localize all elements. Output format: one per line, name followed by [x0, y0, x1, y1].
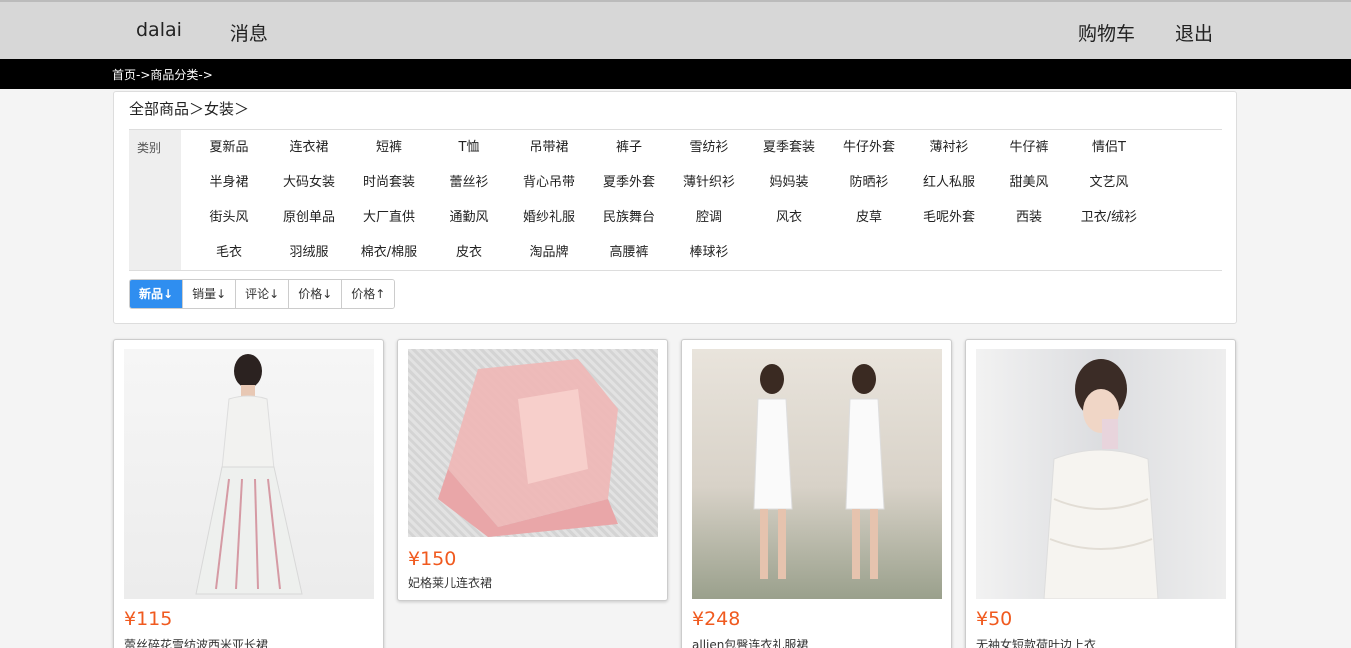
- messages-link[interactable]: 消息: [230, 19, 268, 46]
- category-item[interactable]: 通勤风: [429, 200, 509, 235]
- category-item[interactable]: 街头风: [189, 200, 269, 235]
- category-item[interactable]: 皮草: [829, 200, 909, 235]
- product-image[interactable]: [124, 349, 374, 599]
- category-item[interactable]: 大厂直供: [349, 200, 429, 235]
- category-item[interactable]: 蕾丝衫: [429, 165, 509, 200]
- category-item[interactable]: 大码女装: [269, 165, 349, 200]
- category-item[interactable]: 风衣: [749, 200, 829, 235]
- product-image[interactable]: [408, 349, 658, 537]
- sort-option[interactable]: 销量↓: [182, 280, 236, 308]
- category-item[interactable]: 连衣裙: [269, 130, 349, 165]
- category-item[interactable]: 婚纱礼服: [509, 200, 589, 235]
- category-item[interactable]: 妈妈装: [749, 165, 829, 200]
- category-item[interactable]: 毛衣: [189, 235, 269, 270]
- category-item[interactable]: 羽绒服: [269, 235, 349, 270]
- lace-top-figure-icon: [1043, 359, 1159, 600]
- category-path: 全部商品＞女装＞: [129, 100, 250, 118]
- category-item[interactable]: 情侣T: [1069, 130, 1149, 165]
- category-item[interactable]: 薄针织衫: [669, 165, 749, 200]
- product-name[interactable]: 蕾丝碎花雪纺波西米亚长裙: [124, 636, 268, 648]
- category-item[interactable]: 淘品牌: [509, 235, 589, 270]
- category-item[interactable]: 薄衬衫: [909, 130, 989, 165]
- category-item[interactable]: 甜美风: [989, 165, 1069, 200]
- category-grid: 夏新品 连衣裙 短裤 T恤 吊带裙 裤子 雪纺衫 夏季套装 牛仔外套 薄衬衫 牛仔裤 情侣T 半身裙 大码…: [189, 130, 1229, 270]
- category-item[interactable]: 牛仔外套: [829, 130, 909, 165]
- sort-bar: 新品↓ 销量↓ 评论↓ 价格↓ 价格↑: [129, 279, 396, 309]
- category-item[interactable]: T恤: [429, 130, 509, 165]
- product-image[interactable]: [976, 349, 1226, 600]
- category-item[interactable]: 吊带裙: [509, 130, 589, 165]
- top-navbar: dalai 消息 购物车 退出: [0, 0, 1351, 59]
- category-item[interactable]: 西装: [989, 200, 1069, 235]
- category-item[interactable]: 高腰裤: [589, 235, 669, 270]
- category-item[interactable]: 雪纺衫: [669, 130, 749, 165]
- sort-option[interactable]: 新品↓: [130, 280, 183, 308]
- filter-panel: 全部商品＞女装＞ 类别 夏新品 连衣裙 短裤 T恤 吊带裙 裤子 雪纺衫 夏季套装 牛仔外套 薄衬…: [113, 91, 1237, 324]
- category-area: 类别 夏新品 连衣裙 短裤 T恤 吊带裙 裤子 雪纺衫 夏季套装 牛仔外套 薄衬衫 牛仔裤 情侣T 半身…: [129, 129, 1222, 271]
- category-item[interactable]: 棉衣/棉服: [349, 235, 429, 270]
- product-card[interactable]: ¥115 蕾丝碎花雪纺波西米亚长裙: [113, 339, 384, 648]
- category-item[interactable]: 文艺风: [1069, 165, 1149, 200]
- product-card[interactable]: ¥50 无袖女短款荷叶边上衣: [965, 339, 1236, 648]
- category-item[interactable]: 夏季外套: [589, 165, 669, 200]
- product-price: ¥50: [976, 608, 1013, 630]
- product-name[interactable]: allien包臀连衣礼服裙: [692, 636, 808, 648]
- nav-left: dalai 消息: [136, 19, 268, 46]
- sort-option[interactable]: 评论↓: [235, 280, 289, 308]
- sort-option[interactable]: 价格↓: [288, 280, 342, 308]
- category-item[interactable]: 民族舞台: [589, 200, 669, 235]
- product-price: ¥150: [408, 548, 457, 570]
- category-label: 类别: [129, 130, 181, 270]
- product-price: ¥248: [692, 608, 741, 630]
- category-item[interactable]: 背心吊带: [509, 165, 589, 200]
- product-card[interactable]: ¥248 allien包臀连衣礼服裙: [681, 339, 952, 648]
- product-price: ¥115: [124, 608, 173, 630]
- category-item[interactable]: 腔调: [669, 200, 749, 235]
- category-item[interactable]: 防晒衫: [829, 165, 909, 200]
- breadcrumb-text[interactable]: 首页->商品分类->: [112, 66, 213, 83]
- sort-option[interactable]: 价格↑: [341, 280, 395, 308]
- product-image[interactable]: [692, 349, 942, 599]
- product-card[interactable]: ¥150 妃格莱儿连衣裙: [397, 339, 668, 601]
- category-item[interactable]: 裤子: [589, 130, 669, 165]
- logout-link[interactable]: 退出: [1175, 19, 1213, 46]
- category-item[interactable]: 时尚套装: [349, 165, 429, 200]
- category-item[interactable]: 夏新品: [189, 130, 269, 165]
- username-link[interactable]: dalai: [136, 19, 182, 46]
- nav-right: 购物车 退出: [1078, 19, 1213, 46]
- category-item[interactable]: 毛呢外套: [909, 200, 989, 235]
- category-item[interactable]: 半身裙: [189, 165, 269, 200]
- breadcrumb: 首页->商品分类->: [0, 59, 1351, 89]
- category-item[interactable]: 红人私服: [909, 165, 989, 200]
- category-item[interactable]: 卫衣/绒衫: [1069, 200, 1149, 235]
- category-item[interactable]: 原创单品: [269, 200, 349, 235]
- product-name[interactable]: 无袖女短款荷叶边上衣: [976, 636, 1096, 648]
- dress-flatlay-icon: [438, 359, 618, 537]
- category-item[interactable]: 牛仔裤: [989, 130, 1069, 165]
- category-item[interactable]: 棒球衫: [669, 235, 749, 270]
- cart-link[interactable]: 购物车: [1078, 19, 1135, 46]
- product-name[interactable]: 妃格莱儿连衣裙: [408, 574, 492, 591]
- dress-figure-icon: [195, 354, 303, 595]
- category-item[interactable]: 皮衣: [429, 235, 509, 270]
- category-item[interactable]: 短裤: [349, 130, 429, 165]
- category-item[interactable]: 夏季套装: [749, 130, 829, 165]
- models-figure-icon: [753, 364, 885, 579]
